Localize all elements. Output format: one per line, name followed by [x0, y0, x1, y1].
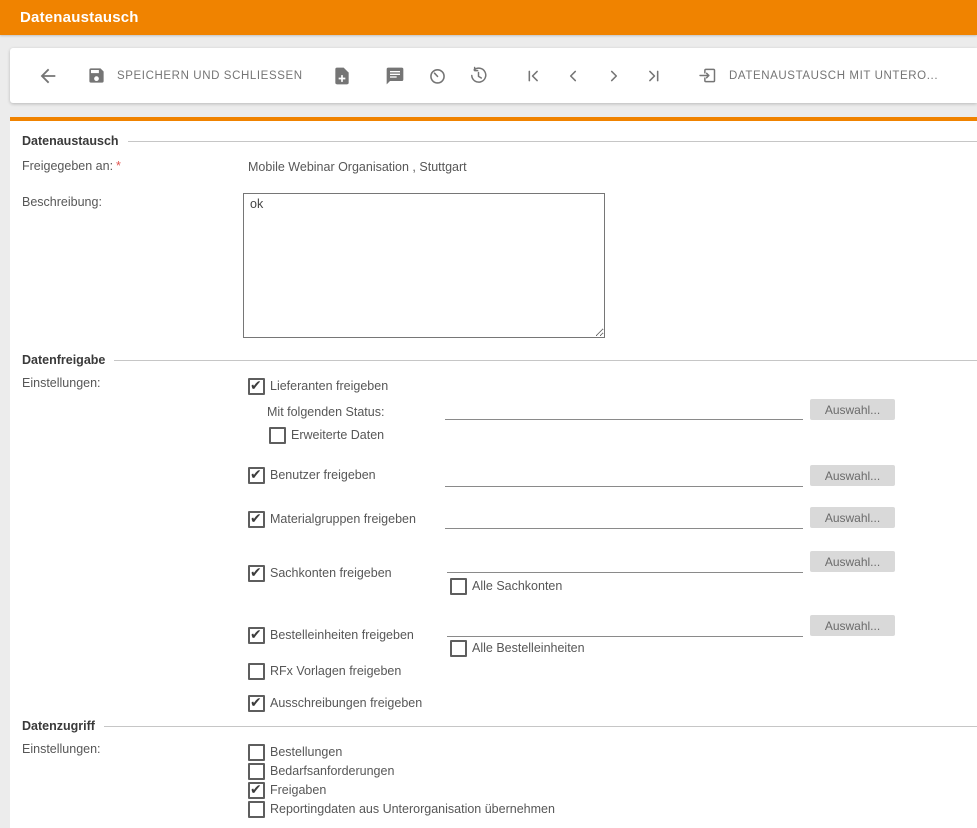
freigegeben-an-label: Freigegeben an:*	[22, 159, 121, 173]
status-input[interactable]	[445, 404, 803, 420]
benutzer-auswahl-button[interactable]: Auswahl...	[810, 465, 895, 486]
history-button[interactable]	[468, 48, 489, 103]
checkbox-alle-bestelleinheiten[interactable]	[450, 640, 467, 657]
timer-icon	[427, 65, 448, 86]
section-datenaustausch-title: Datenaustausch	[22, 134, 119, 148]
checkbox-lieferanten-label: Lieferanten freigeben	[270, 379, 388, 393]
checkbox-materialgruppen-label: Materialgruppen freigeben	[270, 512, 416, 526]
app-header: Datenaustausch	[0, 0, 977, 35]
checkbox-alle-sachkonten-label: Alle Sachkonten	[472, 579, 562, 593]
save-and-close-label: SPEICHERN UND SCHLIESSEN	[117, 70, 303, 82]
checkbox-bestellungen[interactable]	[248, 744, 265, 761]
checkbox-ausschreibungen-label: Ausschreibungen freigeben	[270, 696, 422, 710]
checkbox-sachkonten-freigeben[interactable]	[248, 565, 265, 582]
last-page-icon	[643, 65, 665, 87]
required-marker: *	[116, 159, 121, 173]
status-auswahl-button[interactable]: Auswahl...	[810, 399, 895, 420]
checkbox-materialgruppen-freigeben[interactable]	[248, 511, 265, 528]
comment-icon	[385, 66, 405, 86]
beschreibung-textarea[interactable]: ok	[243, 193, 605, 338]
materialgruppen-auswahl-button[interactable]: Auswahl...	[810, 507, 895, 528]
checkbox-benutzer-label: Benutzer freigeben	[270, 468, 376, 482]
checkbox-bestellungen-label: Bestellungen	[270, 745, 342, 759]
sachkonten-auswahl-button[interactable]: Auswahl...	[810, 551, 895, 572]
first-record-button[interactable]	[522, 48, 544, 103]
note-add-icon	[332, 66, 352, 86]
checkbox-erweiterte-daten[interactable]	[269, 427, 286, 444]
bestelleinheiten-auswahl-button[interactable]: Auswahl...	[810, 615, 895, 636]
checkbox-lieferanten-freigeben[interactable]	[248, 378, 265, 395]
mit-folgenden-status-label: Mit folgenden Status:	[267, 405, 384, 419]
first-page-icon	[522, 65, 544, 87]
save-and-close-button[interactable]: SPEICHERN UND SCHLIESSEN	[87, 48, 303, 103]
next-record-button[interactable]	[603, 48, 625, 103]
checkbox-rfx-vorlagen-freigeben[interactable]	[248, 663, 265, 680]
freigegeben-an-value: Mobile Webinar Organisation , Stuttgart	[248, 160, 467, 174]
previous-record-button[interactable]	[562, 48, 584, 103]
datenfreigabe-einstellungen-label: Einstellungen:	[22, 376, 101, 390]
checkbox-alle-bestelleinheiten-label: Alle Bestelleinheiten	[472, 641, 585, 655]
checkbox-reportingdaten[interactable]	[248, 801, 265, 818]
section-datenzugriff-header: Datenzugriff	[22, 718, 977, 734]
suborg-exchange-button[interactable]: DATENAUSTAUSCH MIT UNTERO...	[697, 48, 938, 103]
section-rule	[114, 360, 977, 361]
checkbox-erweiterte-daten-label: Erweiterte Daten	[291, 428, 384, 442]
beschreibung-label: Beschreibung:	[22, 195, 102, 209]
last-record-button[interactable]	[643, 48, 665, 103]
page-title: Datenaustausch	[0, 0, 139, 35]
suborg-exchange-label: DATENAUSTAUSCH MIT UNTERO...	[729, 70, 938, 82]
checkbox-benutzer-freigeben[interactable]	[248, 467, 265, 484]
checkbox-sachkonten-label: Sachkonten freigeben	[270, 566, 392, 580]
chevron-left-icon	[562, 65, 584, 87]
checkbox-freigaben-label: Freigaben	[270, 783, 326, 797]
chevron-right-icon	[603, 65, 625, 87]
materialgruppen-input[interactable]	[445, 513, 803, 529]
timer-button[interactable]	[427, 48, 448, 103]
section-rule	[104, 726, 977, 727]
arrow-left-icon	[37, 65, 59, 87]
section-datenfreigabe-title: Datenfreigabe	[22, 353, 105, 367]
section-rule	[128, 141, 977, 142]
section-datenzugriff-title: Datenzugriff	[22, 719, 95, 733]
datenzugriff-einstellungen-label: Einstellungen:	[22, 742, 101, 756]
new-document-button[interactable]	[332, 48, 352, 103]
checkbox-bestelleinheiten-label: Bestelleinheiten freigeben	[270, 628, 414, 642]
section-datenfreigabe-header: Datenfreigabe	[22, 352, 977, 368]
save-icon	[87, 66, 106, 85]
checkbox-rfx-vorlagen-label: RFx Vorlagen freigeben	[270, 664, 401, 678]
checkbox-reportingdaten-label: Reportingdaten aus Unterorganisation übe…	[270, 802, 555, 816]
bestelleinheiten-input[interactable]	[447, 621, 803, 637]
checkbox-ausschreibungen-freigeben[interactable]	[248, 695, 265, 712]
sachkonten-input[interactable]	[447, 557, 803, 573]
toolbar: SPEICHERN UND SCHLIESSEN DATENAUSTAUSCH …	[10, 48, 977, 103]
exit-to-app-icon	[697, 65, 718, 86]
checkbox-freigaben[interactable]	[248, 782, 265, 799]
content-panel: Datenaustausch Freigegeben an:* Mobile W…	[10, 121, 977, 828]
history-icon	[468, 65, 489, 86]
comments-button[interactable]	[385, 48, 405, 103]
checkbox-bedarfsanforderungen[interactable]	[248, 763, 265, 780]
checkbox-bedarfsanforderungen-label: Bedarfsanforderungen	[270, 764, 394, 778]
benutzer-input[interactable]	[445, 471, 803, 487]
checkbox-alle-sachkonten[interactable]	[450, 578, 467, 595]
checkbox-bestelleinheiten-freigeben[interactable]	[248, 627, 265, 644]
back-button[interactable]	[37, 48, 59, 103]
section-datenaustausch-header: Datenaustausch	[22, 133, 977, 149]
